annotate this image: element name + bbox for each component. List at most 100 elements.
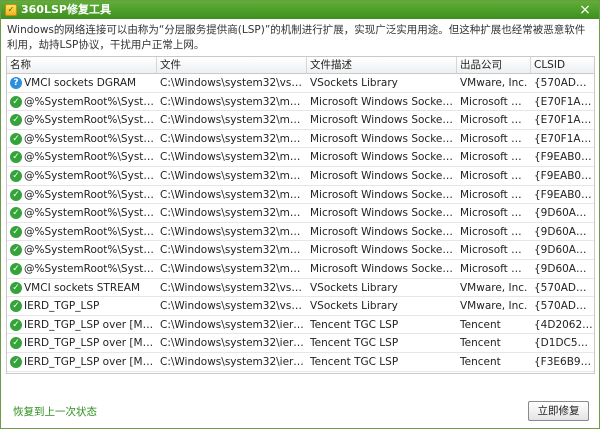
check-icon: ✓ xyxy=(10,95,22,108)
cell-company: Microsoft Cor... xyxy=(460,132,531,145)
table-row[interactable]: @%SystemRoot%\System32...C:\Windows\syst… xyxy=(7,241,594,260)
cell-file: C:\Windows\system32\mswsock.... xyxy=(160,207,307,220)
cell-file: C:\Windows\system32\ierd_tgp_... xyxy=(160,355,307,368)
cell-description: VSockets Library xyxy=(310,300,398,313)
cell-company: Microsoft Cor... xyxy=(460,169,531,182)
column-header-clsid[interactable]: CLSID xyxy=(531,57,594,73)
cell-description: Microsoft Windows Sockets 2.0... xyxy=(310,95,457,108)
cell-file: C:\Windows\system32\mswsock.... xyxy=(160,244,307,257)
cell-description: Microsoft Windows Sockets 2.0... xyxy=(310,169,457,182)
cell-company: Microsoft Cor... xyxy=(460,262,531,275)
check-icon: ✓ xyxy=(10,188,22,201)
cell-clsid: {4D2062B0-7... xyxy=(534,318,594,331)
check-icon: ✓ xyxy=(10,355,22,368)
table-row[interactable]: VMCI sockets STREAM C:\Windows\system32\v… xyxy=(7,279,594,298)
cell-company: Microsoft Cor... xyxy=(460,188,531,201)
cell-file: C:\Windows\system32\mswsock.... xyxy=(160,151,307,164)
cell-file: C:\Windows\system32\mswsock.... xyxy=(160,188,307,201)
cell-company: Tencent xyxy=(460,318,501,331)
cell-description: Microsoft Windows Sockets 2.0... xyxy=(310,188,457,201)
cell-company: Microsoft Cor... xyxy=(460,225,531,238)
table-row[interactable]: @%SystemRoot%\System32...C:\Windows\syst… xyxy=(7,167,594,186)
table-row[interactable]: @%SystemRoot%\System32...C:\Windows\syst… xyxy=(7,260,594,279)
table-row[interactable]: @%SystemRoot%\System32...C:\Windows\syst… xyxy=(7,223,594,242)
cell-clsid: {9D60A9E0-3... xyxy=(534,207,594,220)
table-row[interactable]: IERD_TGP_LSP C:\Windows\system32\vsocklib… xyxy=(7,297,594,316)
cell-description: Tencent TGC LSP xyxy=(310,355,399,368)
cell-company: Microsoft Cor... xyxy=(460,95,531,108)
cell-company: Tencent xyxy=(460,337,501,350)
cell-name: @%SystemRoot%\System32... xyxy=(24,244,157,257)
table-row[interactable]: @%SystemRoot%\System32...C:\Windows\syst… xyxy=(7,111,594,130)
cell-name: @%SystemRoot%\System32... xyxy=(24,114,157,127)
table-header: 名称 文件 文件描述 出品公司 CLSID xyxy=(7,57,594,74)
cell-name: IERD_TGP_LSP over [MSAFD ... xyxy=(24,318,157,331)
cell-file: C:\Windows\system32\vsocklib.... xyxy=(160,77,307,89)
cell-name: @%SystemRoot%\System32... xyxy=(24,262,157,275)
column-header-description[interactable]: 文件描述 xyxy=(307,57,457,73)
title-bar[interactable]: ✓ 360LSP修复工具 × xyxy=(1,1,599,19)
cell-clsid: {570ADC4B-... xyxy=(534,300,594,313)
table-row[interactable]: IERD_TGP_LSP over [MSAFD ...C:\Windows\s… xyxy=(7,316,594,335)
cell-clsid: {D1DC51EE-... xyxy=(534,337,594,350)
cell-clsid: {9D60A9E0-3... xyxy=(534,244,594,257)
cell-name: IERD_TGP_LSP xyxy=(24,300,100,313)
cell-description: Tencent TGC LSP xyxy=(310,337,399,350)
table-row[interactable]: @%SystemRoot%\System32...C:\Windows\syst… xyxy=(7,148,594,167)
app-logo-icon: ✓ xyxy=(5,4,17,16)
cell-company: Microsoft Cor... xyxy=(460,207,531,220)
cell-name: @%SystemRoot%\System32... xyxy=(24,151,157,164)
cell-description: Microsoft Windows Sockets 2.0... xyxy=(310,225,457,238)
lsp-table: 名称 文件 文件描述 出品公司 CLSID VMCI sockets DGRAM… xyxy=(6,56,595,374)
column-header-name[interactable]: 名称 xyxy=(7,57,157,73)
cell-name: @%SystemRoot%\System32... xyxy=(24,207,157,220)
column-header-company[interactable]: 出品公司 xyxy=(457,57,531,73)
check-icon: ✓ xyxy=(10,318,22,331)
cell-clsid: {F3E6B9E7-9... xyxy=(534,355,594,368)
cell-description: Microsoft Windows Sockets 2.0... xyxy=(310,132,457,145)
check-icon: ✓ xyxy=(10,132,22,145)
repair-now-button[interactable]: 立即修复 xyxy=(528,401,589,421)
cell-description: Microsoft Windows Sockets 2.0... xyxy=(310,151,457,164)
cell-clsid: {E70F1AA0-A... xyxy=(534,95,595,108)
table-row[interactable]: @%SystemRoot%\System32...C:\Windows\syst… xyxy=(7,93,594,112)
cell-file: C:\Windows\system32\mswsock.... xyxy=(160,114,307,127)
cell-clsid: {570ADC4B-... xyxy=(534,281,594,294)
table-row[interactable]: VMCI sockets DGRAM C:\Windows\system32\vs… xyxy=(7,74,594,93)
cell-company: Microsoft Cor... xyxy=(460,244,531,257)
cell-name: VMCI sockets DGRAM xyxy=(24,77,137,89)
cell-company: Microsoft Cor... xyxy=(460,151,531,164)
cell-clsid: {E70F1AA0-A... xyxy=(534,132,595,145)
cell-clsid: {F9EAB0C0-2... xyxy=(534,169,595,182)
check-icon: ✓ xyxy=(10,169,22,182)
window-title: 360LSP修复工具 xyxy=(21,3,111,16)
cell-description: VSockets Library xyxy=(310,77,398,89)
table-row[interactable]: @%SystemRoot%\System32...C:\Windows\syst… xyxy=(7,204,594,223)
cell-description: Microsoft Windows Sockets 2.0... xyxy=(310,262,457,275)
cell-clsid: {9D60A9E0-3... xyxy=(534,225,594,238)
cell-file: C:\Windows\system32\mswsock.... xyxy=(160,225,307,238)
cell-description: Microsoft Windows Sockets 2.0... xyxy=(310,114,457,127)
table-row[interactable]: @%SystemRoot%\System32...C:\Windows\syst… xyxy=(7,186,594,205)
close-button[interactable]: × xyxy=(577,2,593,18)
cell-name: VMCI sockets STREAM xyxy=(24,281,141,294)
table-row[interactable]: @%SystemRoot%\System32...C:\Windows\syst… xyxy=(7,130,594,149)
column-header-file[interactable]: 文件 xyxy=(157,57,307,73)
cell-company: VMware, Inc. xyxy=(460,300,528,313)
cell-clsid: {570ADC4B-... xyxy=(534,77,594,89)
table-row[interactable]: IERD_TGP_LSP over [MSAFD ...C:\Windows\s… xyxy=(7,334,594,353)
table-row[interactable]: IERD_TGP_LSP over [MSAFD ...C:\Windows\s… xyxy=(7,353,594,372)
cell-file: C:\Windows\system32\vsocklib.... xyxy=(160,300,307,313)
cell-company: Tencent xyxy=(460,355,501,368)
cell-name: IERD_TGP_LSP over [MSAFD ... xyxy=(24,355,157,368)
cell-name: @%SystemRoot%\System32... xyxy=(24,225,157,238)
question-icon: ? xyxy=(10,77,22,89)
cell-file: C:\Windows\system32\mswsock.... xyxy=(160,262,307,275)
cell-company: VMware, Inc. xyxy=(460,281,528,294)
cell-file: C:\Windows\system32\mswsock.... xyxy=(160,132,307,145)
cell-clsid: {9D60A9E0-3... xyxy=(534,262,594,275)
cell-description: Tencent TGC LSP xyxy=(310,318,399,331)
restore-previous-link[interactable]: 恢复到上一次状态 xyxy=(13,404,97,419)
cell-file: C:\Windows\system32\vsocklib.... xyxy=(160,281,307,294)
cell-name: @%SystemRoot%\System32... xyxy=(24,132,157,145)
